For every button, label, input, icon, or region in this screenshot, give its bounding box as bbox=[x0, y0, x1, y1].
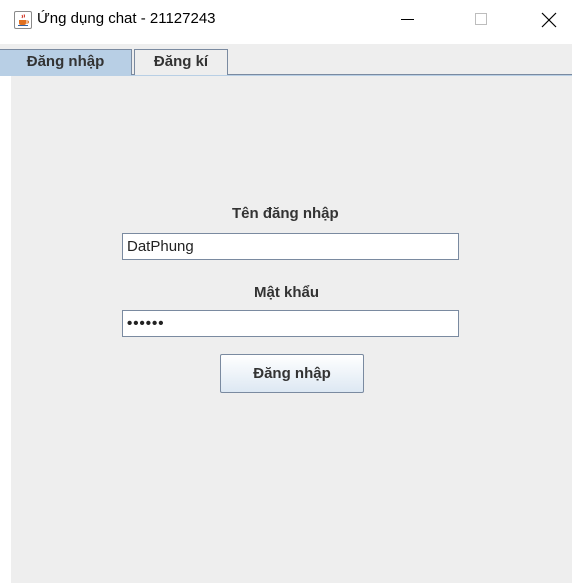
tab-strip: Đăng nhập Đăng kí bbox=[0, 44, 572, 76]
tab-register[interactable]: Đăng kí bbox=[134, 49, 228, 75]
panel-left-edge bbox=[0, 76, 11, 583]
window-title: Ứng dụng chat - 21127243 bbox=[37, 10, 216, 27]
java-cup-icon bbox=[14, 11, 32, 29]
password-label: Mật khẩu bbox=[254, 284, 320, 301]
username-input[interactable] bbox=[122, 233, 459, 260]
username-label: Tên đăng nhập bbox=[232, 205, 339, 222]
close-button[interactable] bbox=[526, 0, 572, 40]
maximize-button[interactable] bbox=[457, 0, 503, 40]
minimize-button[interactable] bbox=[384, 0, 430, 40]
title-bar[interactable]: Ứng dụng chat - 21127243 bbox=[0, 0, 572, 44]
login-button[interactable]: Đăng nhập bbox=[220, 354, 364, 393]
app-window: Ứng dụng chat - 21127243 Đăng nhập Đăng … bbox=[0, 0, 572, 583]
close-icon bbox=[541, 12, 557, 28]
minimize-icon bbox=[401, 19, 414, 20]
content-pane: Đăng nhập Đăng kí Tên đăng nhập Mật khẩu… bbox=[0, 44, 572, 583]
maximize-icon bbox=[475, 13, 487, 25]
tab-login[interactable]: Đăng nhập bbox=[0, 49, 132, 75]
password-input[interactable] bbox=[122, 310, 459, 337]
